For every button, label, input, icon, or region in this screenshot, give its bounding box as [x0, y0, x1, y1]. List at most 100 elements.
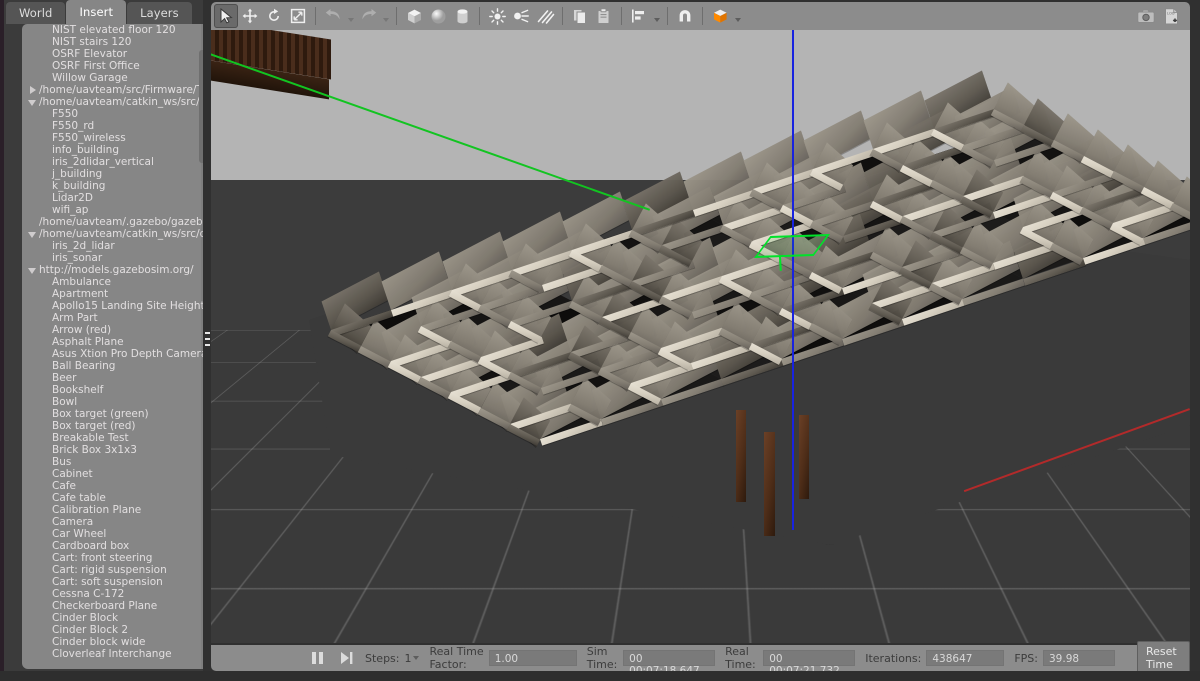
insert-tree-item[interactable]: k_building — [22, 180, 210, 192]
insert-tree-item[interactable]: Cardboard box — [22, 540, 210, 552]
tab-insert[interactable]: Insert — [66, 0, 127, 24]
point-light-icon — [488, 7, 506, 25]
insert-tree-item[interactable]: Apollo15 Landing Site Heightma... — [22, 300, 210, 312]
insert-tree-item[interactable]: Cinder block wide — [22, 636, 210, 648]
paste-button[interactable] — [592, 4, 616, 28]
insert-tree-item[interactable]: Box target (green) — [22, 408, 210, 420]
chevron-down-icon[interactable] — [28, 230, 37, 239]
scale-mode-button[interactable] — [286, 4, 310, 28]
insert-tree-item[interactable]: /home/uavteam/catkin_ws/src/dro... — [22, 228, 210, 240]
insert-tree-item[interactable]: /home/uavteam/src/Firmware/Tool... — [22, 84, 210, 96]
insert-box-button[interactable] — [402, 4, 426, 28]
insert-tree-item[interactable]: Car Wheel — [22, 528, 210, 540]
sim-time-field[interactable]: 00 00:07:18.647 — [623, 650, 716, 677]
real-time-field[interactable]: 00 00:07:21.732 — [763, 650, 856, 677]
tab-world[interactable]: World — [6, 2, 66, 24]
insert-tree-item[interactable]: /home/uavteam/.gazebo/gazebo_... — [22, 216, 210, 228]
insert-tree-item-label: Apollo15 Landing Site Heightma... — [52, 300, 210, 312]
insert-tree-item[interactable]: Asus Xtion Pro Depth Camera — [22, 348, 210, 360]
insert-cylinder-button[interactable] — [450, 4, 474, 28]
insert-tree-item[interactable]: Cafe — [22, 480, 210, 492]
chevron-right-icon[interactable] — [28, 86, 37, 95]
directional-light-button[interactable] — [533, 4, 557, 28]
view-angle-button[interactable] — [708, 4, 732, 28]
align-dropdown[interactable] — [651, 4, 662, 28]
point-light-button[interactable] — [485, 4, 509, 28]
insert-tree-item[interactable]: OSRF First Office — [22, 60, 210, 72]
align-button[interactable] — [627, 4, 651, 28]
reset-time-button[interactable]: Reset Time — [1137, 641, 1190, 675]
screenshot-button[interactable] — [1134, 4, 1158, 28]
iterations-field[interactable]: 438647 — [926, 650, 1005, 666]
copy-button[interactable] — [568, 4, 592, 28]
insert-tree-item[interactable]: Bookshelf — [22, 384, 210, 396]
insert-tree-item[interactable]: wifi_ap — [22, 204, 210, 216]
insert-tree-item[interactable]: Breakable Test — [22, 432, 210, 444]
insert-tree-item[interactable]: Camera — [22, 516, 210, 528]
insert-tree-item[interactable]: Cart: front steering — [22, 552, 210, 564]
insert-tree-item[interactable]: Apartment — [22, 288, 210, 300]
insert-tree-item[interactable]: Brick Box 3x1x3 — [22, 444, 210, 456]
insert-tree-item[interactable]: Ball Bearing — [22, 360, 210, 372]
insert-tree-item[interactable]: Cloverleaf Interchange — [22, 648, 210, 660]
insert-tree-item[interactable]: F550 — [22, 108, 210, 120]
insert-tree-item[interactable]: Beer — [22, 372, 210, 384]
chevron-down-icon[interactable] — [28, 98, 37, 107]
insert-tree-item[interactable]: Cart: rigid suspension — [22, 564, 210, 576]
insert-tree-item[interactable]: Cinder Block — [22, 612, 210, 624]
insert-tree-item[interactable]: Cafe table — [22, 492, 210, 504]
insert-tree-item[interactable]: OSRF Elevator — [22, 48, 210, 60]
splitter-grip-icon[interactable] — [205, 332, 210, 346]
pause-button[interactable] — [311, 648, 324, 668]
insert-tree-item[interactable]: Asphalt Plane — [22, 336, 210, 348]
insert-tree-item[interactable]: info_building — [22, 144, 210, 156]
insert-tree-item[interactable]: http://models.gazebosim.org/ — [22, 264, 210, 276]
insert-tree-item[interactable]: F550_wireless — [22, 132, 210, 144]
fps-field[interactable]: 39.98 — [1043, 650, 1115, 666]
insert-tree-item-label: Cart: rigid suspension — [52, 564, 167, 576]
building-model[interactable] — [211, 30, 1190, 643]
rotate-mode-button[interactable] — [262, 4, 286, 28]
real-time-factor-field[interactable]: 1.00 — [488, 650, 577, 666]
insert-tree-scroll-area[interactable]: NIST elevated floor 120 NIST stairs 120 OS… — [22, 24, 210, 669]
tab-layers[interactable]: Layers — [127, 2, 192, 24]
insert-tree-item[interactable]: Cessna C-172 — [22, 588, 210, 600]
insert-tree-item[interactable]: Willow Garage — [22, 72, 210, 84]
insert-sphere-button[interactable] — [426, 4, 450, 28]
3d-viewport[interactable] — [211, 30, 1190, 643]
insert-tree-item[interactable]: Bus — [22, 456, 210, 468]
steps-dropdown-icon[interactable] — [413, 650, 419, 666]
insert-tree-item[interactable]: NIST stairs 120 — [22, 36, 210, 48]
insert-tree-item[interactable]: Bowl — [22, 396, 210, 408]
insert-tree-item[interactable]: Calibration Plane — [22, 504, 210, 516]
insert-tree-item[interactable]: Arm Part — [22, 312, 210, 324]
redo-arrow-icon — [360, 9, 377, 23]
view-angle-dropdown[interactable] — [732, 4, 743, 28]
insert-tree-item[interactable]: iris_2d_lidar — [22, 240, 210, 252]
insert-tree-item[interactable]: iris_2dlidar_vertical — [22, 156, 210, 168]
wooden-pillar[interactable] — [736, 410, 746, 502]
insert-tree-item[interactable]: j_building — [22, 168, 210, 180]
rotate-icon — [266, 8, 282, 24]
insert-tree-item[interactable]: F550_rd — [22, 120, 210, 132]
insert-tree-item[interactable]: Arrow (red) — [22, 324, 210, 336]
wooden-pillar[interactable] — [764, 432, 775, 536]
insert-tree-item[interactable]: Cinder Block 2 — [22, 624, 210, 636]
insert-tree-item[interactable]: NIST elevated floor 120 — [22, 24, 210, 36]
insert-tree-item[interactable]: Checkerboard Plane — [22, 600, 210, 612]
insert-tree-item[interactable]: Box target (red) — [22, 420, 210, 432]
insert-tree-item[interactable]: Cart: soft suspension — [22, 576, 210, 588]
step-forward-button[interactable] — [340, 648, 353, 668]
log-data-button[interactable]: LOG — [1160, 4, 1184, 28]
translate-mode-button[interactable] — [238, 4, 262, 28]
spot-light-button[interactable] — [509, 4, 533, 28]
wooden-pillar[interactable] — [799, 415, 809, 499]
insert-tree-item[interactable]: /home/uavteam/catkin_ws/src/px4... — [22, 96, 210, 108]
insert-tree-item[interactable]: Ambulance — [22, 276, 210, 288]
snap-button[interactable] — [673, 4, 697, 28]
insert-tree-item[interactable]: Lidar2D — [22, 192, 210, 204]
insert-tree-item[interactable]: iris_sonar — [22, 252, 210, 264]
chevron-down-icon[interactable] — [28, 266, 37, 275]
select-mode-button[interactable] — [214, 4, 238, 28]
insert-tree-item[interactable]: Cabinet — [22, 468, 210, 480]
